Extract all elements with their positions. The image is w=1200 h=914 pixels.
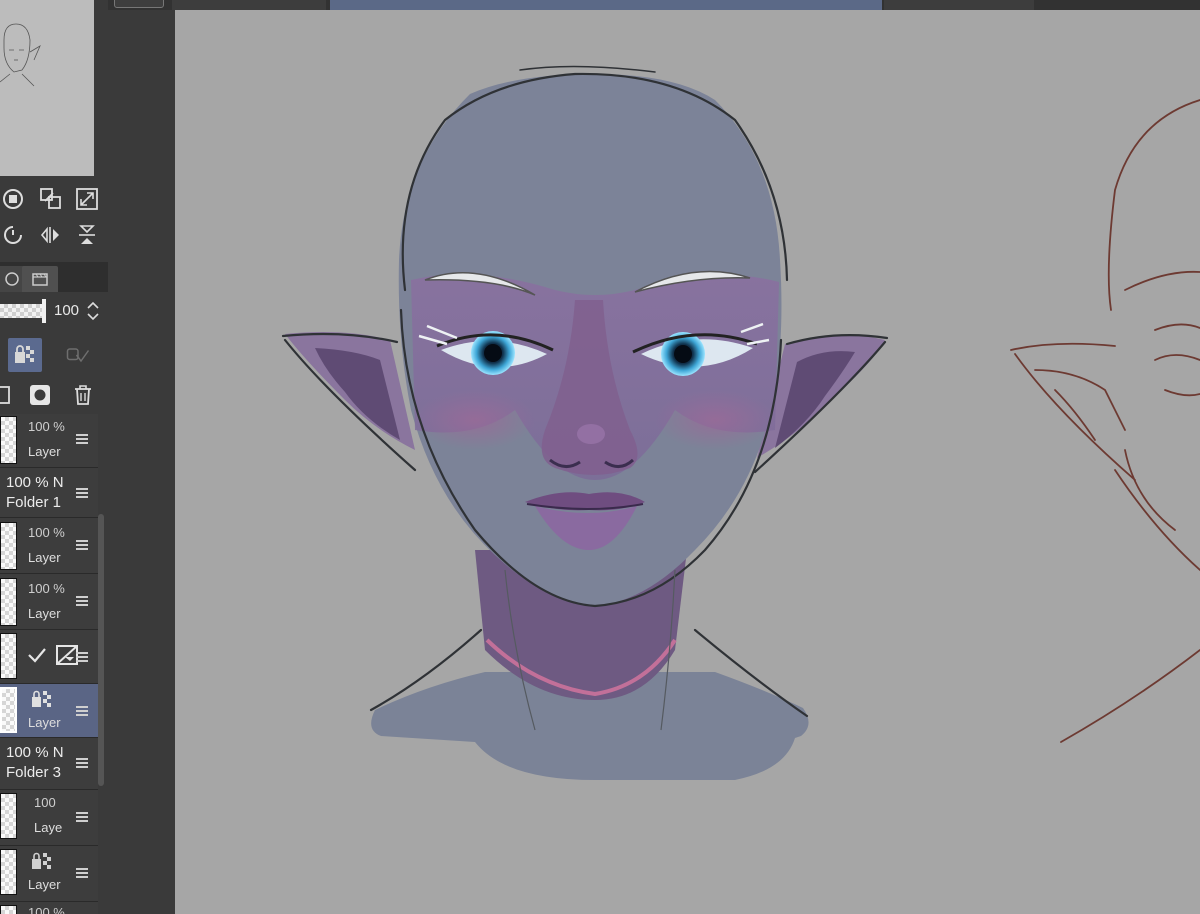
layer-thumbnail: [0, 633, 17, 679]
rotate-button[interactable]: [0, 220, 30, 250]
navigator-preview[interactable]: [0, 0, 94, 176]
reference-layer-button[interactable]: [58, 340, 98, 370]
layer-opacity-value[interactable]: 100: [54, 302, 79, 319]
layer-row[interactable]: Layer: [0, 846, 98, 902]
layer-property-icon: [5, 272, 19, 286]
layer-opacity: 100 %: [28, 581, 65, 596]
character-painting: [281, 65, 1200, 780]
layer-menu-icon[interactable]: [76, 866, 88, 880]
layer-name: Laye: [34, 820, 63, 835]
trash-icon: [75, 385, 91, 405]
mask-icon: [30, 385, 50, 405]
lock-transparency-icon: [32, 852, 51, 869]
new-layer-button[interactable]: [0, 380, 16, 410]
document-tab[interactable]: [884, 0, 1034, 10]
layer-opacity: 100 %: [28, 419, 65, 434]
rotate-icon: [4, 226, 22, 244]
layer-name: Layer: [28, 877, 61, 892]
layer-menu-icon[interactable]: [76, 594, 88, 608]
layer-opacity-row: 100: [0, 296, 108, 328]
check-icon[interactable]: [26, 644, 48, 666]
stop-button[interactable]: [0, 184, 30, 214]
layer-opacity: 100 %: [28, 525, 65, 540]
layer-name: Layer: [28, 550, 61, 565]
layer-mask-button[interactable]: [25, 380, 55, 410]
folder-name: Folder 3: [6, 764, 62, 781]
folder-name: Folder 1: [6, 494, 62, 511]
layer-menu-icon[interactable]: [76, 756, 88, 770]
layer-row-selected[interactable]: Layer: [0, 684, 98, 738]
layer-row[interactable]: [0, 630, 98, 684]
left-dock: 100 100 % Layer 100 % N Folder 1 100 % L…: [0, 0, 108, 914]
document-tab-active[interactable]: [330, 0, 882, 10]
fit-icon: [40, 188, 61, 209]
layer-name: Layer: [28, 606, 61, 621]
delete-layer-button[interactable]: [68, 380, 98, 410]
document-tab[interactable]: [172, 0, 326, 10]
new-layer-icon: [0, 386, 10, 404]
layer-thumbnail: [0, 905, 17, 914]
layer-thumbnail: [0, 522, 17, 570]
layer-name: Layer: [28, 444, 61, 459]
layer-row[interactable]: 100 %: [0, 902, 98, 914]
flip-vertical-icon: [79, 225, 95, 244]
fullscreen-icon: [76, 188, 98, 210]
layer-opacity-slider-thumb[interactable]: [42, 299, 46, 323]
layer-menu-icon[interactable]: [76, 486, 88, 500]
layer-menu-icon[interactable]: [76, 810, 88, 824]
flip-vertical-button[interactable]: [72, 220, 102, 250]
reference-layer-icon: [66, 348, 90, 363]
layer-list-scrollbar[interactable]: [98, 514, 104, 786]
navigator-thumbnail: [0, 0, 94, 176]
layer-row[interactable]: 100 % Layer: [0, 574, 98, 630]
layer-thumbnail: [0, 849, 17, 895]
layer-row[interactable]: 100 % Layer: [0, 414, 98, 468]
fullscreen-button[interactable]: [72, 184, 102, 214]
layer-menu-icon[interactable]: [76, 704, 88, 718]
canvas-gutter: [108, 10, 175, 914]
layer-opacity: 100: [34, 795, 56, 810]
layer-row[interactable]: 100 % Layer: [0, 518, 98, 574]
layer-opacity-slider[interactable]: [0, 304, 46, 318]
lock-transparency-icon: [15, 345, 34, 363]
fit-button[interactable]: [36, 184, 66, 214]
canvas-menu-button[interactable]: [114, 0, 164, 8]
layer-list: 100 % Layer 100 % N Folder 1 100 % Layer…: [0, 414, 98, 914]
tab-animation[interactable]: [22, 266, 58, 292]
film-icon: [32, 273, 48, 286]
folder-opacity: 100 % N: [6, 744, 64, 761]
panel-tab-strip: [0, 262, 108, 292]
folder-opacity: 100 % N: [6, 474, 64, 491]
stop-icon: [3, 189, 23, 209]
layer-thumbnail: [0, 578, 17, 626]
flip-horizontal-icon: [40, 226, 59, 244]
layer-name: Layer: [28, 715, 61, 730]
layer-actions-row: [0, 378, 108, 412]
lock-transparent-pixels-button[interactable]: [8, 338, 42, 372]
lock-transparency-icon: [32, 690, 51, 707]
layer-thumbnail: [0, 416, 17, 464]
layer-menu-icon[interactable]: [76, 650, 88, 664]
layer-thumbnail: [0, 793, 17, 839]
layer-menu-icon[interactable]: [76, 538, 88, 552]
opacity-stepper-icon[interactable]: [86, 300, 100, 322]
layer-menu-icon[interactable]: [76, 432, 88, 446]
flip-horizontal-button[interactable]: [36, 220, 66, 250]
folder-row[interactable]: 100 % N Folder 3: [0, 738, 98, 790]
drawing-canvas[interactable]: [175, 10, 1200, 914]
layer-row[interactable]: 100 Laye: [0, 790, 98, 846]
layer-opacity: 100 %: [28, 905, 65, 914]
layer-lock-row: [0, 334, 108, 374]
folder-row[interactable]: 100 % N Folder 1: [0, 468, 98, 518]
layer-thumbnail: [0, 687, 17, 733]
